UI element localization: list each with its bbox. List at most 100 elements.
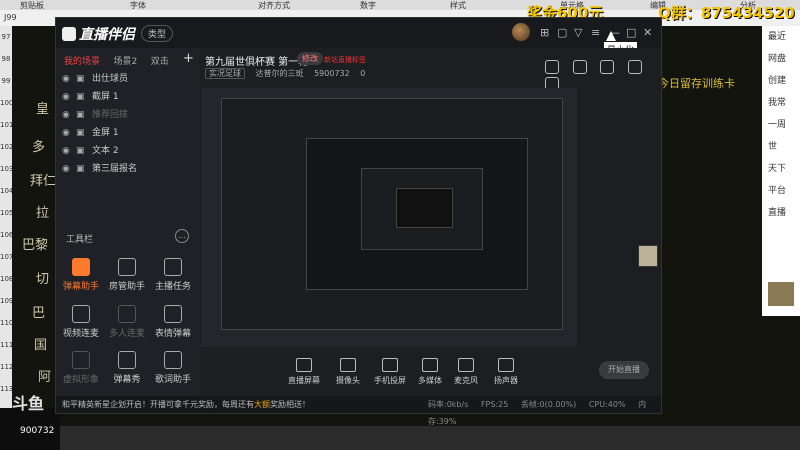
cell-text[interactable]: 国 (34, 334, 47, 353)
cell-text[interactable]: 多 (32, 136, 45, 155)
cell-text[interactable]: 拉 (36, 202, 49, 221)
scene-tabs: 我的场景 场景2 双击 (64, 54, 179, 67)
sheet-gold-text: 今日留存训练卡 (658, 77, 735, 90)
lock-icon[interactable]: ▣ (76, 142, 85, 160)
source-item[interactable]: ◉ ▣ 出仕球员 (60, 70, 196, 88)
tool-danmaku-show[interactable]: 弹幕秀 (102, 351, 152, 385)
tool-room-manager[interactable]: 房管助手 (102, 258, 152, 292)
microphone-icon (458, 358, 474, 372)
lock-icon[interactable]: ▣ (76, 106, 85, 124)
record-icon[interactable] (572, 60, 587, 74)
source-item[interactable]: ◉ ▣ 文本 2 (60, 142, 196, 160)
row-number: 113 (0, 385, 14, 393)
eye-icon[interactable]: ◉ (62, 106, 70, 124)
side-thumbnail[interactable] (638, 245, 658, 267)
screen-capture-button[interactable]: 直播屏幕 (283, 358, 325, 386)
message-icon[interactable]: ▢ (557, 26, 567, 39)
add-scene-button[interactable]: + (183, 51, 194, 66)
eye-icon[interactable]: ◉ (62, 88, 70, 106)
source-item[interactable]: ◉ ▣ 金屏 1 (60, 124, 196, 142)
panel-item[interactable]: 天下 (762, 158, 800, 180)
camera-icon (340, 358, 356, 372)
tab-double-click[interactable]: 双击 (151, 57, 169, 67)
tool-danmaku-assistant[interactable]: 弹幕助手 (56, 258, 106, 292)
tool-video-link[interactable]: 视频连麦 (56, 305, 106, 339)
source-item[interactable]: ◉ ▣ 截屏 1 (60, 88, 196, 106)
source-label: 截屏 1 (92, 92, 119, 102)
bitrate: 码率:0kb/s (428, 400, 469, 409)
row-number: 107 (0, 253, 14, 261)
panel-item[interactable]: 平台 (762, 180, 800, 202)
phone-icon (382, 358, 398, 372)
notice-text[interactable]: 和平精英新星企划开启！开播可拿千元奖励，每周还有大额奖励相送！ (62, 396, 310, 413)
source-list: ◉ ▣ 出仕球员 ◉ ▣ 截屏 1 ◉ ▣ 推荐回拨 ◉ ▣ 金屏 1 ◉ ▣ 文本 2 ◉ ▣ 第三届… (60, 70, 196, 178)
layout-icon[interactable] (600, 60, 614, 74)
panel-item[interactable]: 我常 (762, 92, 800, 114)
manager-icon (118, 258, 136, 276)
cell-text[interactable]: 切 (36, 268, 49, 287)
edit-title-button[interactable]: 修改 (297, 52, 323, 65)
lock-icon[interactable]: ▣ (76, 88, 85, 106)
room-title: 第九届世俱杯赛 第一轮 (205, 57, 309, 68)
lock-icon[interactable]: ▣ (76, 124, 85, 142)
tab-my-scene[interactable]: 我的场景 (64, 57, 100, 67)
status-bar: 和平精英新星企划开启！开播可拿千元奖励，每周还有大额奖励相送！ 码率:0kb/s… (56, 396, 661, 426)
eye-icon[interactable]: ◉ (62, 160, 70, 178)
cell-text[interactable]: 阿 (38, 366, 51, 385)
notification-icon[interactable] (627, 60, 642, 74)
emoji-icon (164, 305, 182, 323)
eye-icon[interactable]: ◉ (62, 70, 70, 88)
menu-icon[interactable]: ≡ (591, 26, 600, 39)
microphone-button[interactable]: 麦克风 (445, 358, 487, 386)
thumbnail-image[interactable] (768, 282, 794, 306)
lock-icon[interactable]: ▣ (76, 70, 85, 88)
tool-host-tasks[interactable]: 主播任务 (148, 258, 198, 292)
gift-icon[interactable]: ⊞ (540, 26, 549, 39)
eye-icon[interactable]: ◉ (62, 142, 70, 160)
source-item[interactable]: ◉ ▣ 第三届报名 (60, 160, 196, 178)
tool-multi-link[interactable]: 多人连麦 (102, 305, 152, 339)
panel-item[interactable]: 一周 (762, 114, 800, 136)
panel-item[interactable]: 世 (762, 136, 800, 158)
lock-icon[interactable]: ▣ (76, 160, 85, 178)
avatar[interactable] (512, 23, 530, 41)
screenshot-icon[interactable] (545, 60, 559, 74)
cell-text[interactable]: 巴黎 (22, 234, 48, 253)
more-tools-button[interactable]: … (175, 229, 189, 243)
danmaku-show-icon (118, 351, 136, 369)
start-stream-button[interactable]: 开始直播 (599, 361, 649, 379)
row-number: 106 (0, 231, 14, 239)
cell-reference[interactable]: J99 (4, 13, 17, 22)
close-icon[interactable]: ✕ (643, 26, 652, 39)
stream-preview[interactable] (201, 88, 577, 347)
speaker-icon (498, 358, 514, 372)
panel-item[interactable]: 创建 (762, 70, 800, 92)
camera-button[interactable]: 摄像头 (327, 358, 369, 386)
title-bar: 直播伴侣 类型 ⊞ ▢ ▽ ≡ — □ ✕ 最小化 (56, 18, 661, 57)
cell-text[interactable]: 拜仁 (30, 170, 56, 189)
tool-virtual-avatar[interactable]: 虚拟形象 (56, 351, 106, 385)
panel-item[interactable]: 网盘 (762, 48, 800, 70)
category-tag[interactable]: 实况足球 (205, 68, 245, 79)
tab-scene-2[interactable]: 场景2 (114, 57, 138, 67)
maximize-icon[interactable]: □ (626, 26, 636, 39)
dropped-frames: 丢帧:0(0.00%) (520, 400, 577, 409)
cell-text[interactable]: 皇 (36, 98, 49, 117)
source-item[interactable]: ◉ ▣ 推荐回拨 (60, 106, 196, 124)
row-numbers: 97 98 99 100 101 102 103 104 105 106 107… (0, 26, 14, 426)
phone-cast-button[interactable]: 手机投屏 (369, 358, 411, 386)
eye-icon[interactable]: ◉ (62, 124, 70, 142)
video-link-icon (72, 305, 90, 323)
lyrics-icon (164, 351, 182, 369)
bottom-toolbar: 直播屏幕 摄像头 手机投屏 多媒体 麦克风 扬声器 开始直播 (199, 348, 661, 392)
row-number: 100 (0, 99, 14, 107)
speaker-button[interactable]: 扬声器 (485, 358, 527, 386)
tool-emoji-danmaku[interactable]: 表情弹幕 (148, 305, 198, 339)
panel-item[interactable]: 最近 (762, 26, 800, 48)
tool-lyrics[interactable]: 歌词助手 (148, 351, 198, 385)
cell-text[interactable]: 巴 (32, 302, 45, 321)
skin-icon[interactable]: ▽ (574, 26, 582, 39)
panel-item[interactable]: 直播 (762, 202, 800, 224)
streaming-app-window: 直播伴侣 类型 ⊞ ▢ ▽ ≡ — □ ✕ 最小化 我的场景 场景2 双击 + … (55, 17, 662, 426)
type-selector[interactable]: 类型 (141, 25, 174, 42)
